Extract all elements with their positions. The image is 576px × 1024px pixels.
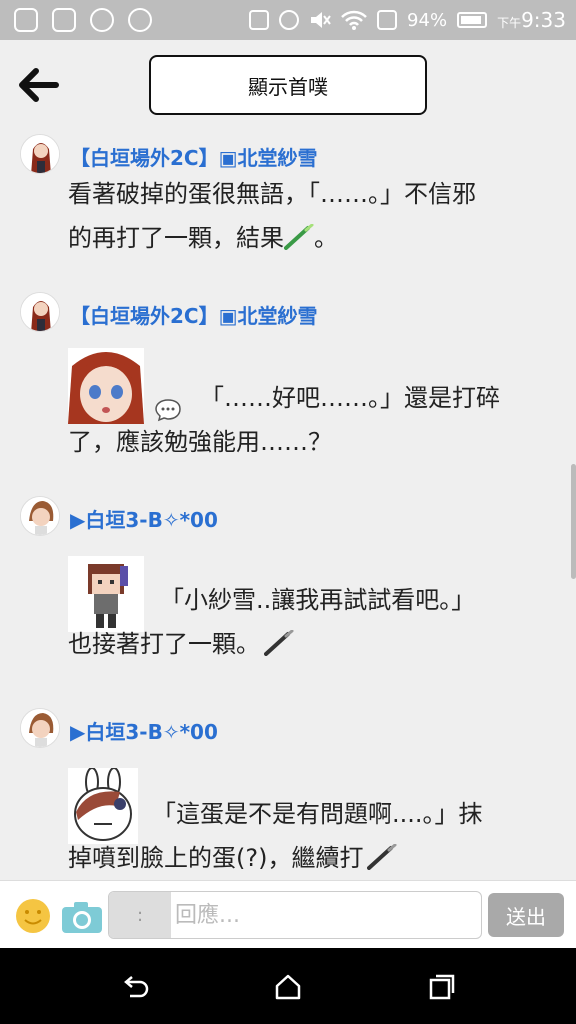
camera-icon[interactable]: [60, 899, 104, 935]
response-text: 看著破掉的蛋很無語，「……。」不信邪 的再打了一顆，結果。: [68, 180, 476, 252]
response-text: 「這蛋是不是有問題啊....。」抹: [152, 800, 483, 828]
avatar[interactable]: [20, 134, 60, 174]
green-wand-emoticon: [284, 223, 314, 250]
smiley-icon: [24, 910, 42, 925]
scrollbar-thumb[interactable]: [571, 464, 576, 579]
avatar[interactable]: [20, 708, 60, 748]
status-bar: 94% 下午9:33: [0, 0, 576, 40]
clock: 下午9:33: [497, 8, 566, 32]
response-text-continued: 掉噴到臉上的蛋(?)，繼續打: [68, 836, 397, 880]
download-icon: [90, 8, 114, 32]
author-name[interactable]: ▶白垣3-B✧*00: [70, 504, 218, 533]
sim-icon: [377, 10, 398, 30]
response-text: 「小紗雪..讓我再試試看吧。」: [160, 586, 476, 614]
battery-percent: 94%: [407, 9, 448, 31]
instagram-icon: [52, 8, 76, 32]
emoticon-image: [68, 556, 144, 632]
wand-emoticon: [367, 843, 397, 870]
avatar[interactable]: [20, 292, 60, 332]
response-text-continued: 也接著打了一顆。: [68, 622, 294, 666]
app-header: 顯示首噗: [0, 40, 576, 130]
show-first-plurk-button[interactable]: 顯示首噗: [149, 55, 427, 115]
emoticon-image: [68, 768, 138, 844]
wifi-icon: [341, 10, 367, 30]
send-button[interactable]: 送出: [488, 893, 564, 937]
emoticon-button[interactable]: [16, 899, 50, 933]
screen-mirror-icon: [14, 8, 38, 32]
reply-input[interactable]: [173, 892, 479, 938]
wand-emoticon: [264, 629, 294, 656]
system-nav-bar: [0, 948, 576, 1024]
reply-bar: : 送出: [0, 880, 576, 948]
author-name[interactable]: 【白垣場外2C】▣北堂紗雪: [70, 142, 318, 171]
nav-home-icon[interactable]: [273, 972, 303, 1002]
back-arrow-icon[interactable]: [16, 66, 60, 104]
emoticon-image: [68, 348, 144, 424]
author-name[interactable]: 【白垣場外2C】▣北堂紗雪: [70, 300, 318, 329]
do-not-disturb-icon: [279, 10, 300, 30]
speech-bubble-icon: [155, 399, 181, 422]
mute-icon: [311, 12, 331, 28]
nav-back-icon[interactable]: [120, 972, 150, 1002]
response-text: 「……好吧……。」還是打碎: [200, 384, 500, 412]
battery-icon: [457, 12, 488, 28]
download-icon-2: [128, 8, 152, 32]
qualifier-selector[interactable]: :: [109, 892, 171, 938]
response-text-continued: 了，應該勉強能用……？: [68, 428, 332, 456]
response-feed: 【白垣場外2C】▣北堂紗雪 看著破掉的蛋很無語，「……。」不信邪 的再打了一顆，…: [0, 130, 576, 880]
reply-field: :: [108, 891, 482, 939]
nfc-icon: [249, 10, 270, 30]
nav-recents-icon[interactable]: [427, 972, 457, 1002]
avatar[interactable]: [20, 496, 60, 536]
author-name[interactable]: ▶白垣3-B✧*00: [70, 716, 218, 745]
